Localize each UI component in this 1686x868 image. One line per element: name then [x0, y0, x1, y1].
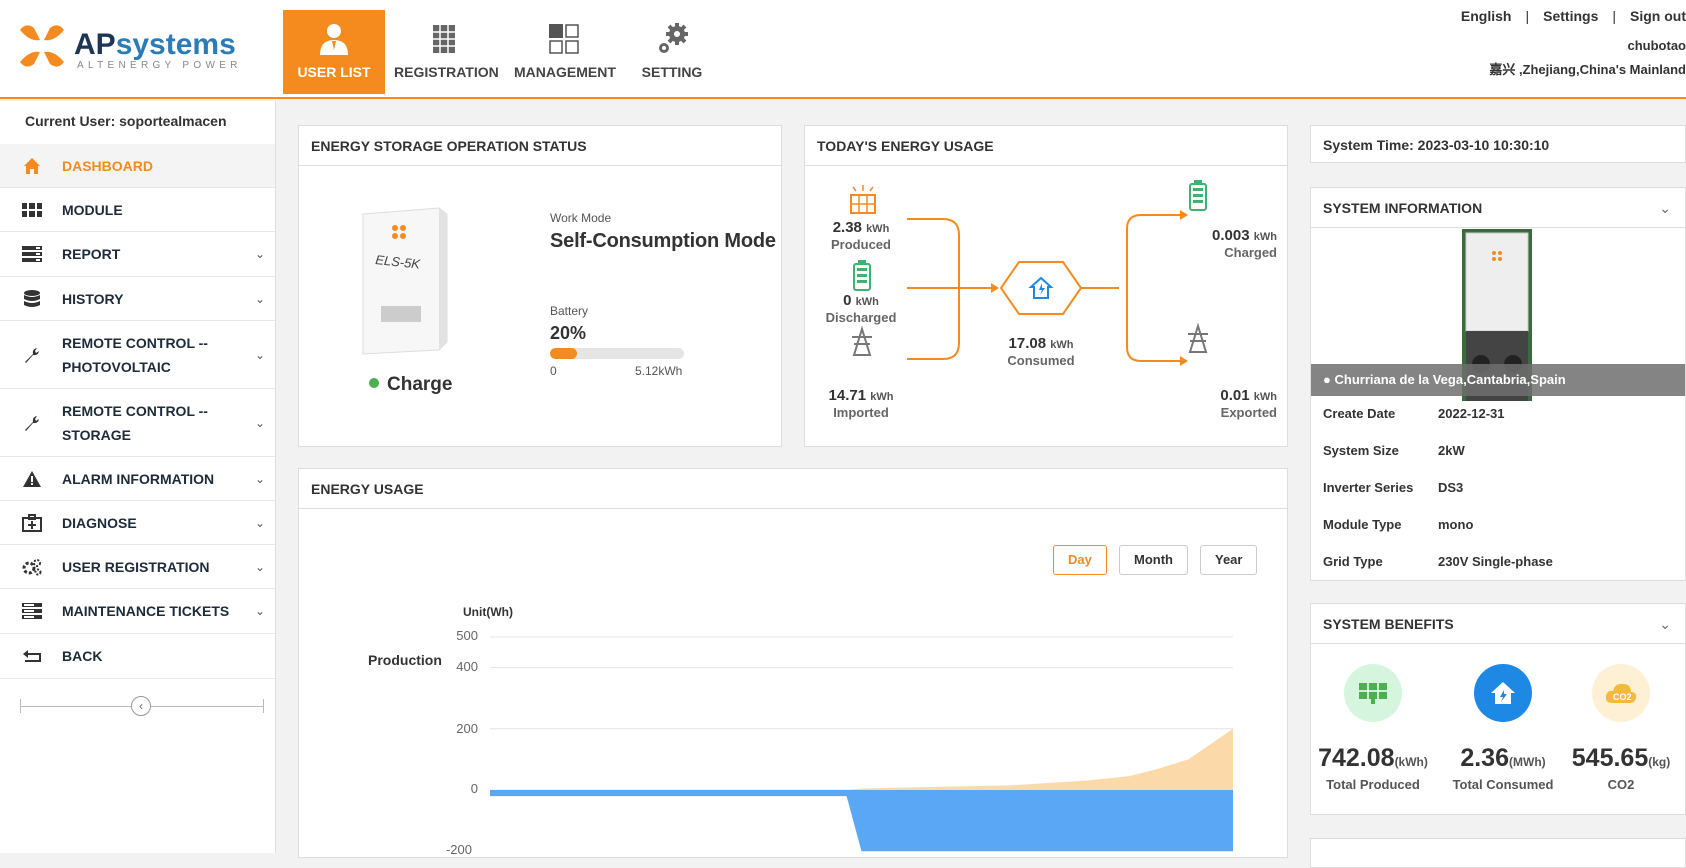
next-card	[1310, 838, 1686, 868]
benefit-caption: Total Consumed	[1452, 777, 1554, 792]
info-row-inverter-series: Inverter Series DS3	[1323, 480, 1464, 495]
benefit-total-consumed: 2.36(MWh) Total Consumed	[1443, 664, 1563, 792]
benefit-co2: CO2 545.65(kg) CO2	[1561, 664, 1681, 792]
solar-panel-icon	[1344, 664, 1402, 722]
card-title-text: SYSTEM INFORMATION	[1323, 200, 1483, 216]
card-title-text: SYSTEM BENEFITS	[1323, 616, 1454, 632]
benefit-value: 2.36(MWh)	[1460, 744, 1546, 772]
info-row-grid-type: Grid Type 230V Single-phase	[1323, 554, 1553, 569]
benefit-total-produced: 742.08(kWh) Total Produced	[1313, 664, 1433, 792]
benefit-caption: CO2	[1607, 777, 1635, 792]
map-pin-icon: ●	[1323, 372, 1331, 387]
system-time: System Time: 2023-03-10 10:30:10	[1310, 125, 1686, 163]
series-area-production	[490, 728, 1233, 790]
system-location: ● Churriana de la Vega,Cantabria,Spain	[1311, 364, 1685, 396]
info-row-create-date: Create Date 2022-12-31	[1323, 406, 1505, 421]
card-title: SYSTEM INFORMATION ⌄	[1311, 188, 1685, 228]
system-location-text: Churriana de la Vega,Cantabria,Spain	[1334, 372, 1566, 387]
info-row-system-size: System Size 2kW	[1323, 443, 1465, 458]
info-row-module-type: Module Type mono	[1323, 517, 1474, 532]
chevron-down-icon[interactable]: ⌄	[1659, 616, 1671, 633]
series-area-consumption	[490, 790, 1233, 852]
system-information-card: SYSTEM INFORMATION ⌄ ● Churriana de la Ve…	[1310, 187, 1686, 581]
home-energy-icon	[1474, 664, 1532, 722]
co2-cloud-icon: CO2	[1592, 664, 1650, 722]
card-title: SYSTEM BENEFITS ⌄	[1311, 604, 1685, 644]
chevron-down-icon[interactable]: ⌄	[1659, 200, 1671, 217]
benefit-value: 742.08(kWh)	[1318, 744, 1428, 772]
benefit-caption: Total Produced	[1326, 777, 1420, 792]
svg-text:CO2: CO2	[1613, 692, 1632, 702]
benefit-value: 545.65(kg)	[1571, 744, 1671, 772]
